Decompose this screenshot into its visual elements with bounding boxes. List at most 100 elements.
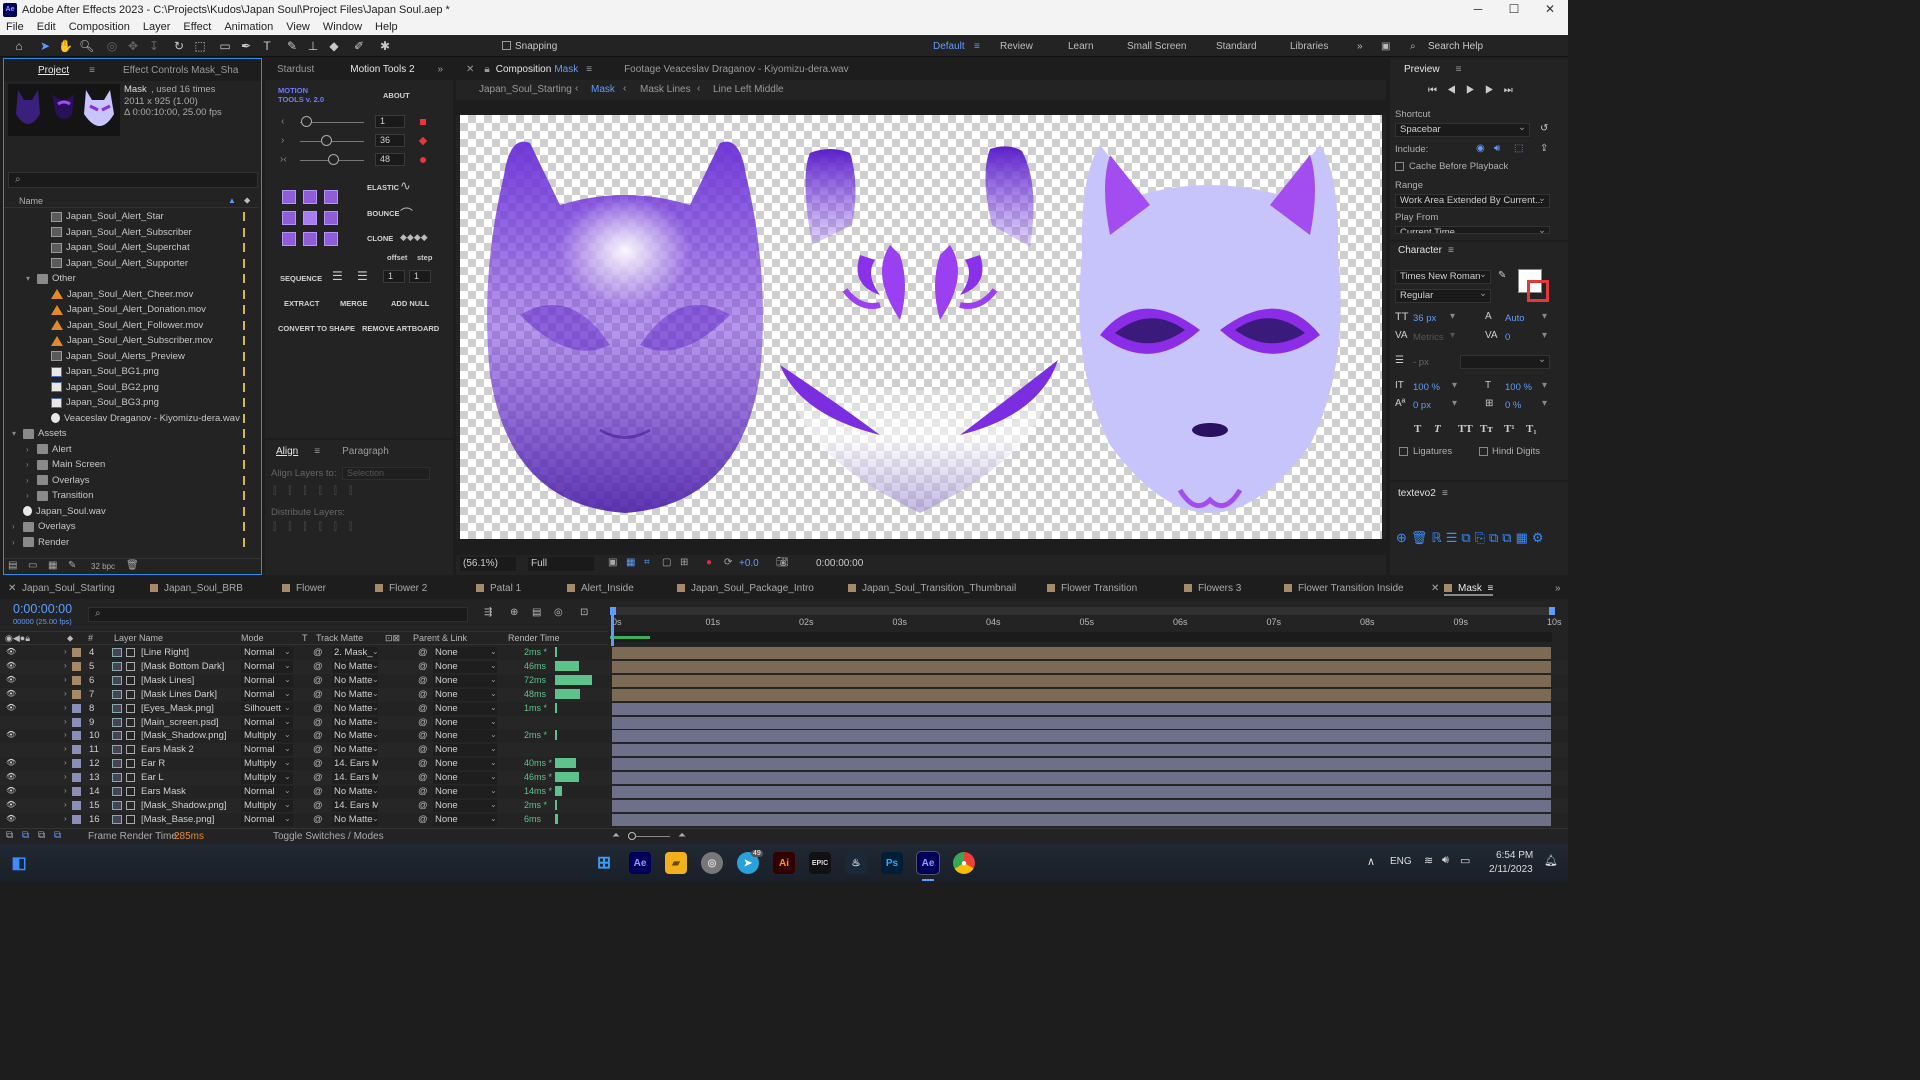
distribute-buttons-row[interactable]: ⫿⫿⫿⫿⫿⫿ [273,522,433,534]
matte-link-icon[interactable]: @ [313,689,323,700]
matte-dropdown-icon[interactable]: ⌄ [372,647,379,656]
visibility-eye-icon[interactable]: 👁︎ [6,772,16,781]
item-label-color[interactable] [243,289,245,299]
orbit-tool-icon[interactable]: ◎ [105,39,119,53]
tab-effect-controls[interactable]: Effect Controls Mask_Sha [115,65,246,76]
menu-window[interactable]: Window [323,21,362,33]
layer-row[interactable]: 👁︎ › 12 Ear R Multiply ⌄ @14. Ears M ⌄ @ None ⌄ 40m… [0,757,1568,772]
tab-timeline-8[interactable]: Flower Transition [1047,583,1137,594]
visibility-off-icon[interactable] [6,744,15,753]
layer-duration-bar[interactable] [612,674,1551,687]
project-item[interactable]: Japan_Soul_Alert_Star [4,209,259,225]
font-style-select[interactable]: Regular [1395,289,1491,303]
project-folder[interactable]: › Alert [4,442,259,458]
tab-stardust[interactable]: Stardust [269,64,322,75]
ease-in-value[interactable]: 36 [375,134,405,147]
tab-timeline-9[interactable]: Flowers 3 [1184,583,1241,594]
exposure-value[interactable]: +0.0 [739,558,759,569]
font-size-value[interactable]: 36 px [1413,313,1436,324]
label-column-icon[interactable]: ⬥ [244,195,250,206]
layer-duration-bar[interactable] [612,716,1551,729]
menu-layer[interactable]: Layer [143,21,171,33]
matte-dropdown-icon[interactable]: ⌄ [372,744,379,753]
parent-dropdown-icon[interactable]: ⌄ [490,661,497,670]
expand-arrow-icon[interactable]: › [64,772,67,781]
guides-icon[interactable]: ▢ [662,557,671,568]
matte-link-icon[interactable]: @ [313,703,323,714]
panel-toggle-icon[interactable]: ▣ [1381,41,1390,52]
breadcrumb-item-0[interactable]: Japan_Soul_Starting [479,84,572,95]
layer-name[interactable]: [Mask Lines] [141,675,194,686]
item-label-color[interactable] [243,243,245,253]
matte-dropdown-icon[interactable]: ⌄ [372,730,379,739]
steam-icon[interactable]: ♨ [845,852,867,874]
parent-pickwhip-icon[interactable]: @ [418,744,428,755]
eyedropper-icon[interactable]: ✎ [1498,270,1506,281]
layer-label-swatch[interactable] [72,745,81,755]
anchor-tool-icon[interactable]: ⬚ [193,39,207,53]
minimize-button[interactable]: ─ [1460,0,1496,19]
item-label-color[interactable] [243,305,245,315]
matte-dropdown-icon[interactable]: ⌄ [372,814,379,823]
expand-arrow-icon[interactable]: › [26,491,34,500]
layer-label-swatch[interactable] [72,814,81,824]
layer-label-swatch[interactable] [72,717,81,727]
elastic-button[interactable]: ELASTIC [367,183,399,192]
time-ruler[interactable]: 0s 01s 02s 03s 04s 05s 06s 07s 08s 09s 10s [610,607,1562,643]
clock-time[interactable]: 6:54 PM [1496,850,1533,861]
parent-select[interactable]: None [433,744,497,757]
clock-date[interactable]: 2/11/2023 [1489,864,1533,875]
stroke-color-swatch[interactable] [1527,280,1549,302]
anchor-top-left[interactable] [282,190,296,204]
sequence-step-field[interactable]: 1 [409,270,431,283]
parent-dropdown-icon[interactable]: ⌄ [490,689,497,698]
parent-dropdown-icon[interactable]: ⌄ [490,772,497,781]
workspace-small-screen[interactable]: Small Screen [1127,41,1186,52]
tab-timeline-3[interactable]: Flower 2 [375,583,427,594]
parent-pickwhip-icon[interactable]: @ [418,689,428,700]
expand-arrow-icon[interactable]: › [26,476,34,485]
mask-visibility-icon[interactable]: ⌗ [644,557,650,568]
battery-icon[interactable]: ▭ [1460,854,1470,867]
matte-dropdown-icon[interactable]: ⌄ [372,758,379,767]
item-label-color[interactable] [243,274,245,284]
layer-duration-bar[interactable] [612,730,1551,743]
layer-row[interactable]: 👁︎ › 7 [Mask Lines Dark] Normal ⌄ @ No Matte ⌄ @ N… [0,687,1568,702]
layer-name[interactable]: [Mask Lines Dark] [141,689,217,700]
timeline-overflow-icon[interactable]: » [1555,583,1561,594]
layer-label-swatch[interactable] [72,759,81,769]
visibility-eye-icon[interactable]: 👁︎ [6,689,16,698]
current-time-display[interactable]: 0:00:00:00 [816,558,863,569]
tab-composition[interactable]: Composition [492,64,555,75]
matte-dropdown-icon[interactable]: ⌄ [372,717,379,726]
interpret-footage-icon[interactable]: ▤ [8,560,17,571]
dolly-tool-icon[interactable]: ↧ [147,39,161,53]
item-label-color[interactable] [243,212,245,222]
visibility-off-icon[interactable] [6,717,15,726]
pen-tool-icon[interactable]: ✒ [239,39,253,53]
layer-label-swatch[interactable] [72,648,81,657]
parent-dropdown-icon[interactable]: ⌄ [490,814,497,823]
parent-pickwhip-icon[interactable]: @ [418,786,428,797]
work-area-start-handle[interactable] [610,607,616,615]
parent-dropdown-icon[interactable]: ⌄ [490,703,497,712]
visibility-eye-icon[interactable]: 👁︎ [6,647,16,656]
ease-both-handle[interactable] [328,154,339,165]
parent-pickwhip-icon[interactable]: @ [418,772,428,783]
parent-select[interactable]: None [433,758,497,771]
character-menu-icon[interactable]: ≡ [1448,245,1454,256]
item-label-color[interactable] [243,413,245,423]
matte-link-icon[interactable]: @ [313,661,323,672]
close-button[interactable]: ✕ [1532,0,1568,19]
remove-artboard-button[interactable]: REMOVE ARTBOARD [362,324,439,333]
matte-link-icon[interactable]: @ [313,814,323,825]
zoom-tool-icon[interactable]: 🔍︎ [79,39,94,53]
project-folder[interactable]: › Render [4,535,259,551]
timeline-close-icon[interactable]: ✕ [8,583,16,594]
layer-name-header[interactable]: Layer Name [114,633,163,643]
layer-duration-bar[interactable] [612,744,1551,757]
breadcrumb-item-1[interactable]: Mask [591,84,615,95]
breadcrumb-item-3[interactable]: Line Left Middle [713,84,784,95]
small-caps-button[interactable]: Tт [1480,423,1493,435]
item-label-color[interactable] [243,475,245,485]
